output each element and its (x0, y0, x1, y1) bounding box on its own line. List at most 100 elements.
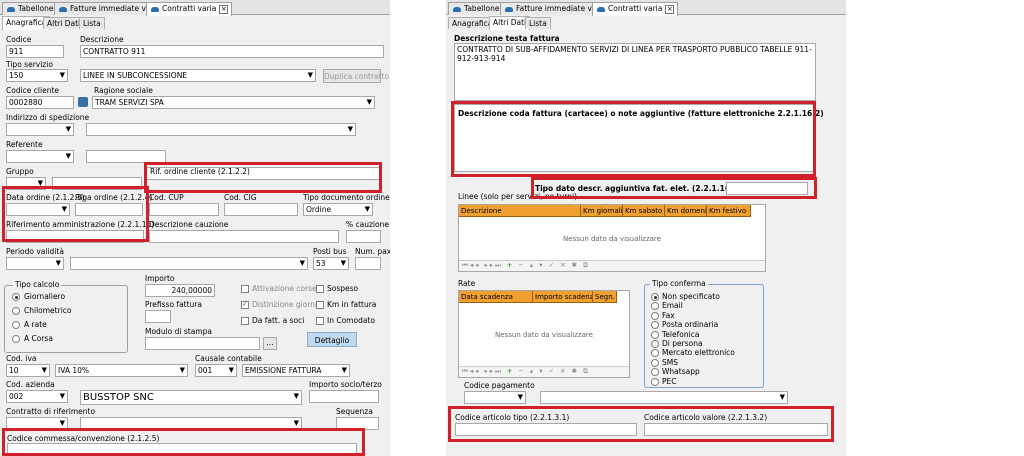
tipo-doc-select[interactable]: Ordine ▼ (303, 203, 373, 216)
window-tab-contratti[interactable]: Contratti varia × (146, 2, 233, 16)
cod-cup-field[interactable] (149, 203, 219, 216)
lookup-icon[interactable] (78, 97, 88, 107)
iva-desc-select[interactable]: IVA 10% ▼ (55, 364, 188, 377)
cod-cup-label: Cod. CUP (149, 193, 184, 202)
indirizzo-select[interactable]: ▼ (6, 123, 74, 136)
tipo-servizio-desc-select[interactable]: LINEE IN SUBCONCESSIONE ▼ (80, 69, 316, 82)
importo-label: Importo (145, 274, 175, 283)
da-fatt-soci-checkbox[interactable] (241, 317, 249, 325)
window-tab-contratti[interactable]: Contratti varia × (592, 2, 679, 16)
cod-azienda-select[interactable]: 002 ▼ (6, 390, 68, 403)
grid-navigator[interactable]: ⏮◂◂ ▸▸⏭ + − ▴ ▾ ✓ ✕ ✱ ⧉ (459, 260, 765, 271)
window-tab-bar: Tabellone Fatture immediate varie Contra… (0, 0, 390, 16)
cod-iva-label: Cod. iva (6, 354, 37, 363)
desc-cauzione-label: Descrizione cauzione (149, 220, 229, 229)
chevron-down-icon: ▼ (779, 393, 785, 401)
radio-tipo-conferma[interactable] (651, 358, 659, 367)
tab-altri-dati[interactable]: Altri Dati (43, 17, 85, 29)
radio-tipo-conferma[interactable] (651, 311, 659, 320)
referente-select[interactable]: ▼ (6, 150, 74, 163)
indirizzo-desc-select[interactable]: ▼ (86, 123, 356, 136)
column-header[interactable]: Segn. (593, 291, 617, 303)
column-header[interactable]: Km festivo (707, 205, 751, 217)
highlight-data-ordine (2, 186, 149, 242)
tab-lista[interactable]: Lista (79, 17, 105, 29)
contratto-rif-label: Contratto di riferimento (6, 407, 96, 416)
ragione-sociale-select[interactable]: TRAM SERVIZI SPA ▼ (92, 96, 375, 109)
tab-altri-dati[interactable]: Altri Dati (489, 16, 531, 30)
radio-chilometrico[interactable] (12, 307, 20, 315)
descrizione-field[interactable]: CONTRATTO 911 (80, 45, 384, 58)
chevron-down-icon: ▼ (41, 366, 47, 374)
column-header[interactable]: Data scadenza (459, 291, 533, 303)
periodo-to-picker[interactable]: ▼ (70, 257, 308, 270)
highlight-codice-articolo (448, 406, 834, 442)
importo-field[interactable]: 240,00000 (145, 284, 215, 297)
window-tab-tabellone[interactable]: Tabellone (2, 2, 58, 15)
azienda-select[interactable]: BUSSTOP SNC ▼ (80, 390, 302, 405)
codice-cliente-label: Codice cliente (6, 86, 60, 95)
chevron-down-icon: ▼ (366, 98, 372, 106)
linee-grid[interactable]: Descrizione Km giornalieri Km sabato Km … (458, 204, 766, 272)
column-header[interactable]: Km giornalieri (581, 205, 623, 217)
radio-giornaliero[interactable] (12, 293, 20, 301)
comodato-checkbox[interactable] (316, 317, 324, 325)
tipo-servizio-select[interactable]: 150 ▼ (6, 69, 68, 82)
close-icon[interactable]: × (665, 4, 675, 14)
periodo-from-picker[interactable]: ▼ (6, 257, 64, 270)
periodo-label: Periodo validità (6, 247, 64, 256)
num-pax-label: Num. pax (355, 247, 390, 256)
codice-cliente-field[interactable]: 0002880 (6, 96, 74, 109)
radio-tipo-conferma[interactable] (651, 377, 659, 386)
cod-iva-select[interactable]: 10 ▼ (6, 364, 50, 377)
chevron-down-icon: ▼ (340, 259, 346, 267)
close-icon[interactable]: × (219, 4, 229, 14)
perc-cauzione-field[interactable] (346, 230, 381, 243)
window-tab-tabellone[interactable]: Tabellone (448, 2, 504, 15)
codice-pagamento-select[interactable]: ▼ (464, 391, 526, 404)
modulo-browse-button[interactable]: ... (263, 337, 277, 350)
ragione-sociale-label: Ragione sociale (94, 86, 153, 95)
column-header[interactable]: Km domenic (665, 205, 707, 217)
chevron-down-icon: ▼ (341, 366, 347, 374)
radio-a-rate[interactable] (12, 321, 20, 329)
modulo-field[interactable] (145, 337, 260, 350)
radio-tipo-conferma[interactable] (651, 293, 659, 301)
distinzione-giorni-checkbox[interactable] (241, 300, 249, 309)
radio-tipo-conferma[interactable] (651, 330, 659, 339)
importo-socio-field[interactable] (309, 390, 379, 403)
bus-icon (59, 6, 67, 12)
codice-pagamento-desc-select[interactable]: ▼ (540, 391, 788, 404)
grid-navigator[interactable]: ⏮◂◂ ▸▸⏭ + − ▴ ▾ ✓ ✕ ✱ ⧉ (459, 366, 629, 377)
codice-label: Codice (6, 35, 32, 44)
radio-a-corsa[interactable] (12, 335, 20, 343)
km-fattura-checkbox[interactable] (316, 301, 324, 309)
posti-bus-select[interactable]: 53 ▼ (313, 257, 349, 270)
num-pax-field[interactable] (355, 257, 381, 270)
causale-code-select[interactable]: 001 ▼ (195, 364, 237, 377)
highlight-rif-ordine (144, 162, 382, 193)
column-header[interactable]: Importo scadenza (533, 291, 593, 303)
attivazione-corse-checkbox[interactable] (241, 285, 249, 293)
prefisso-field[interactable] (145, 310, 171, 323)
tab-lista[interactable]: Lista (525, 17, 551, 29)
radio-tipo-conferma[interactable] (651, 340, 659, 348)
prefisso-label: Prefisso fattura (145, 300, 202, 309)
duplica-contratto-button[interactable]: Duplica contratto (323, 69, 389, 83)
dettaglio-button[interactable]: Dettaglio (307, 332, 357, 347)
sospeso-checkbox[interactable] (316, 285, 324, 293)
desc-cauzione-field[interactable] (149, 230, 339, 243)
radio-a-corsa-label: A Corsa (24, 334, 53, 343)
codice-field[interactable]: 911 (6, 45, 64, 58)
radio-tipo-conferma-label: Posta ordinaria (662, 320, 719, 330)
causale-label: Causale contabile (195, 354, 262, 363)
linee-grid-header: Descrizione Km giornalieri Km sabato Km … (459, 205, 751, 217)
column-header[interactable]: Km sabato (623, 205, 665, 217)
rate-grid[interactable]: Data scadenza Importo scadenza Segn. Nes… (458, 290, 630, 378)
causale-desc-select[interactable]: EMISSIONE FATTURA ▼ (242, 364, 350, 377)
column-header[interactable]: Descrizione (459, 205, 581, 217)
desc-testa-field[interactable]: CONTRATTO DI SUB-AFFIDAMENTO SERVIZI DI … (454, 43, 816, 101)
cod-cig-field[interactable] (224, 203, 298, 216)
codice-pagamento-label: Codice pagamento (464, 381, 535, 390)
distinzione-giorni-label: Distinzione giorni (252, 300, 318, 309)
